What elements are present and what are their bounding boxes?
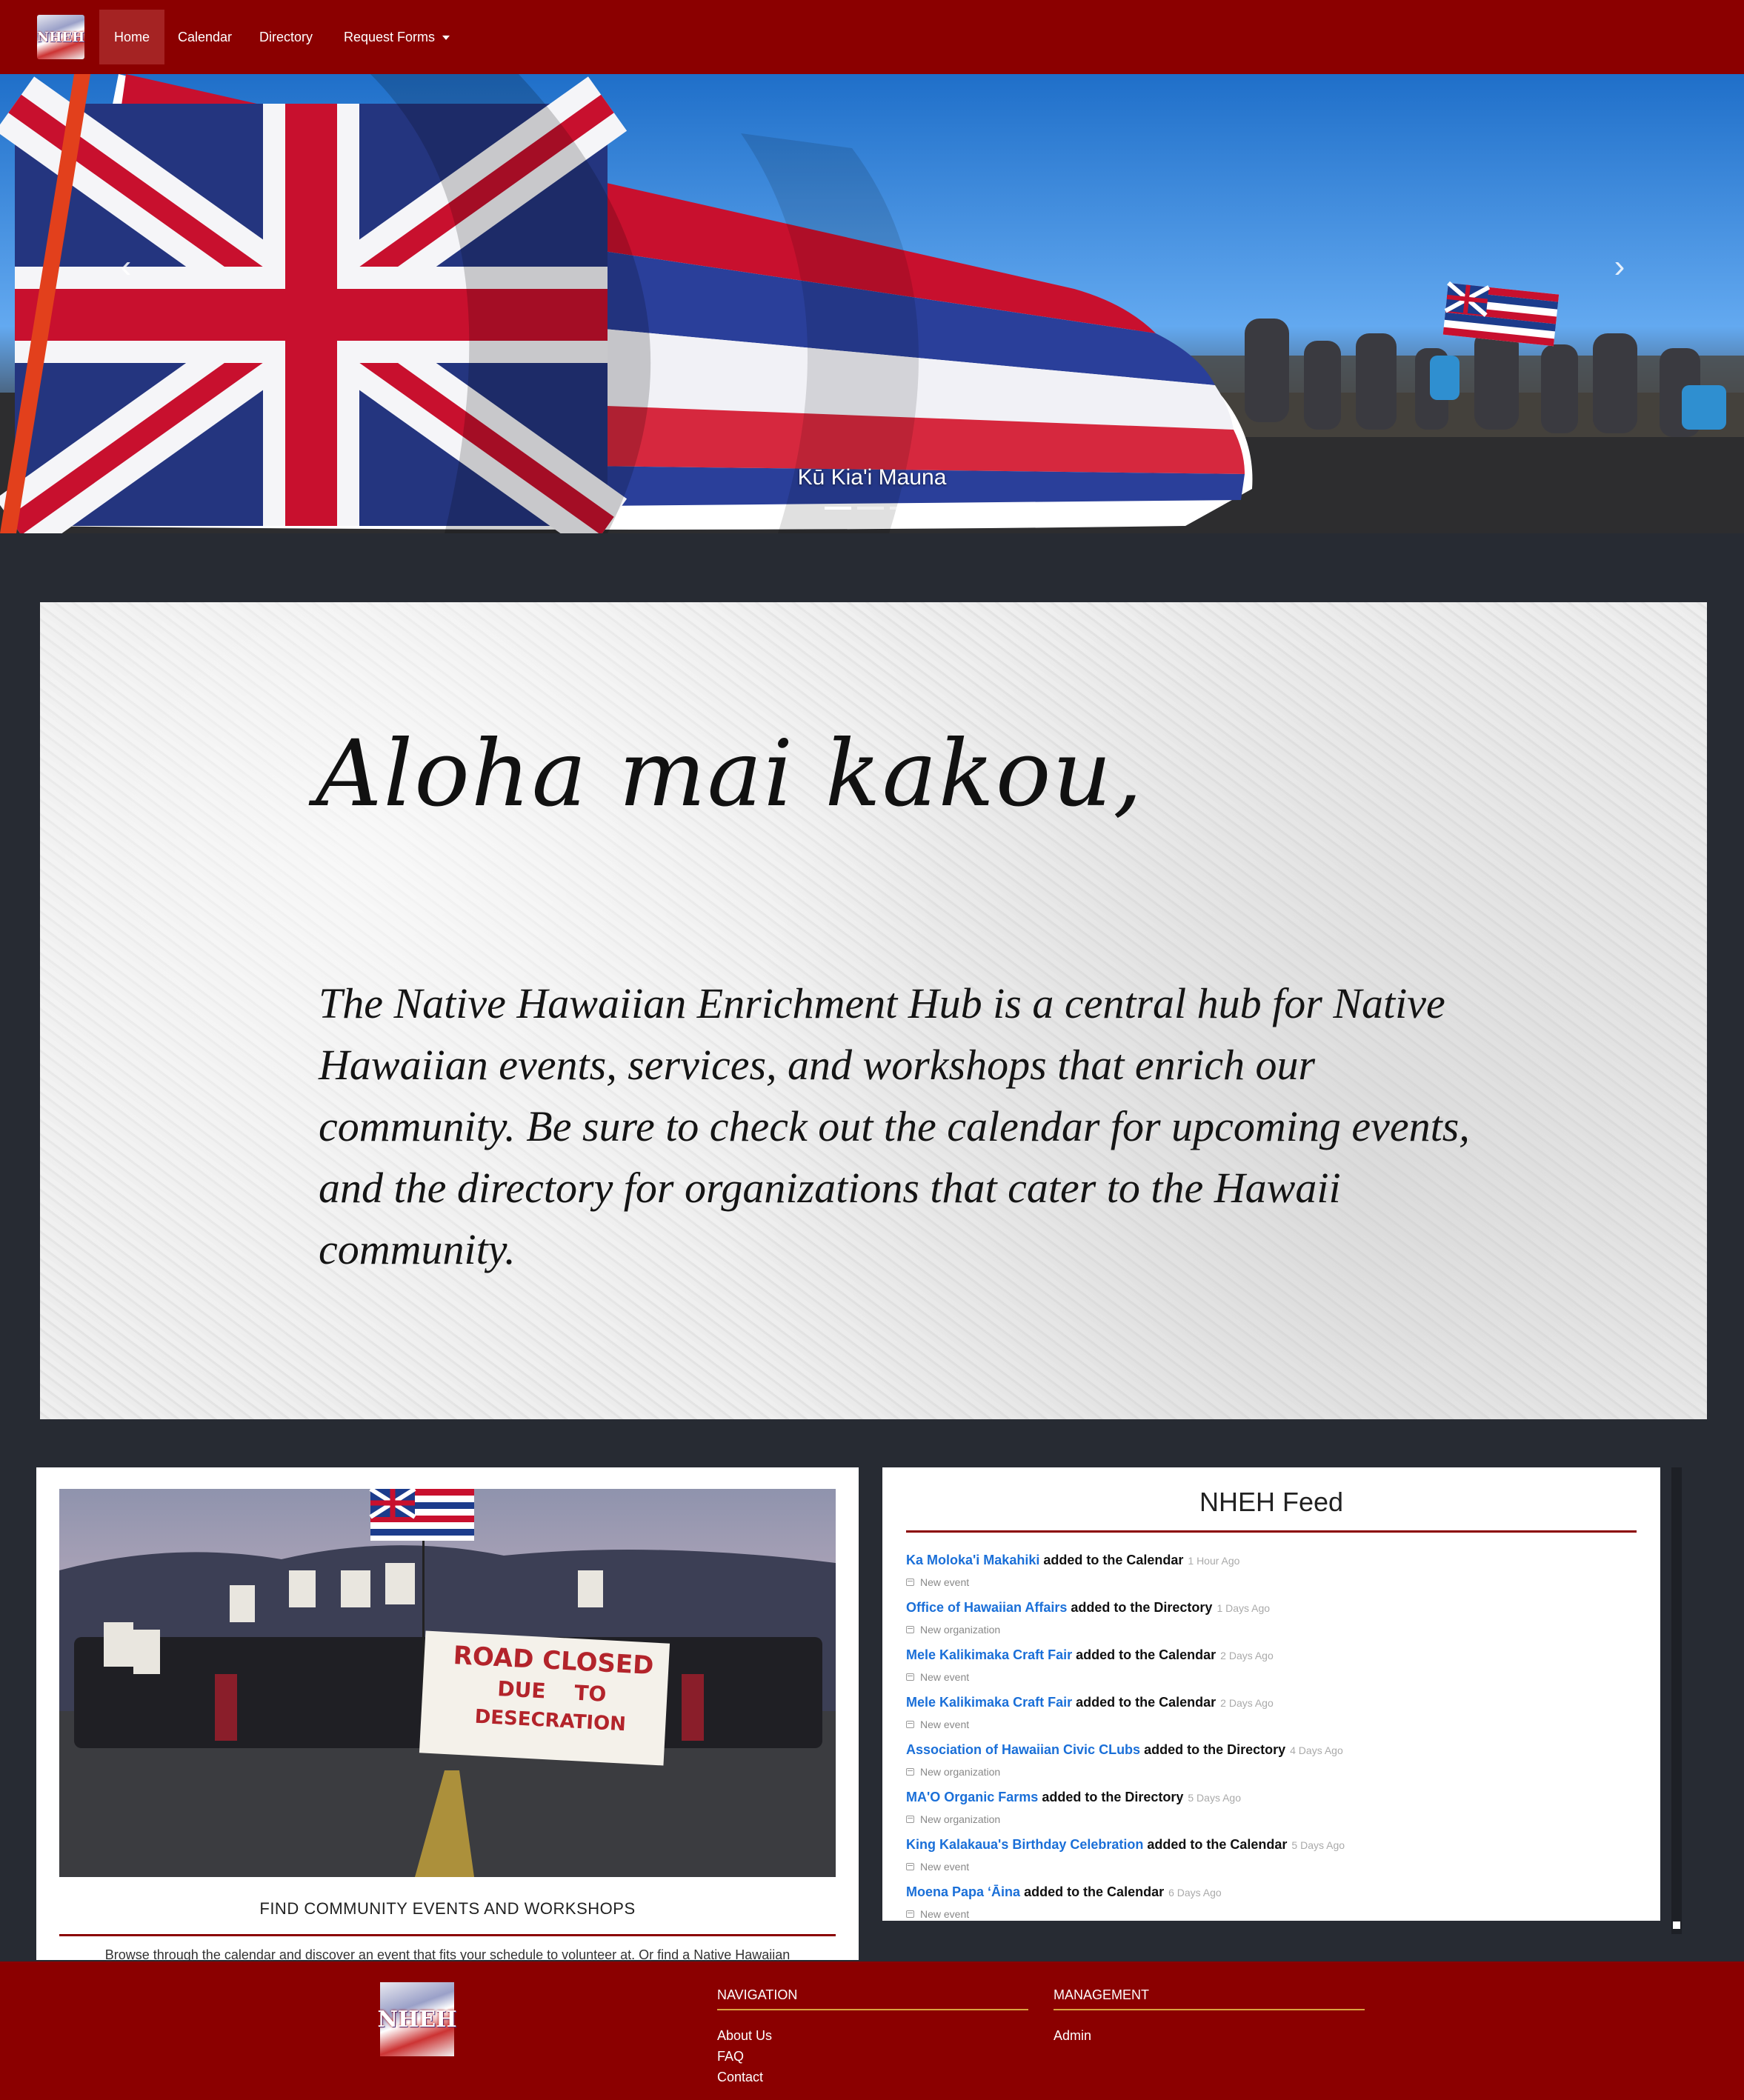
nav-calendar-label: Calendar [178,30,233,44]
footer-management-heading: MANAGEMENT [1054,1987,1150,2002]
feed-item-link[interactable]: Association of Hawaiian Civic CLubs [906,1742,1140,1757]
directory-icon [906,1816,914,1823]
nav-directory-label: Directory [259,30,313,44]
footer-logo-text: NHEH [377,2006,457,2033]
feed-item-link[interactable]: Mele Kalikimaka Craft Fair [906,1695,1072,1710]
feed-card: NHEH Feed Ka Moloka'i Makahiki added to … [882,1467,1660,1921]
hero-carousel: ‹ › Kū Kia'i Mauna [0,74,1744,533]
nav-home[interactable]: Home [99,10,165,64]
feed-item: Mele Kalikimaka Craft Fair added to the … [906,1644,1637,1691]
feed-item-time: 2 Days Ago [1220,1697,1274,1709]
feed-item-type: New event [920,1671,970,1683]
feed-item-time: 4 Days Ago [1290,1744,1343,1756]
calendar-icon [906,1910,914,1918]
carousel-indicator[interactable] [857,507,884,510]
footer-link-admin[interactable]: Admin [1054,2025,1365,2046]
feed-item-action: added to the Calendar [1043,1553,1184,1567]
footer-link-contact[interactable]: Contact [717,2067,1028,2087]
feed-item-action: added to the Directory [1042,1790,1184,1804]
feed-item: King Kalakaua's Birthday Celebration add… [906,1833,1637,1881]
protest-sign: ROAD CLOSED DUE TO DESECRATION [427,1638,676,1741]
calendar-icon [906,1863,914,1870]
events-card: ROAD CLOSED DUE TO DESECRATION FIND COMM… [36,1467,859,1960]
footer-link-about-us[interactable]: About Us [717,2025,1028,2046]
welcome-banner: Aloha mai kakou, The Native Hawaiian Enr… [40,602,1707,1419]
nav-request-forms-dropdown[interactable]: Request Forms [329,10,465,64]
feed-item-action: added to the Directory [1071,1600,1213,1615]
feed-item-type: New organization [920,1624,1001,1636]
feed-item: Association of Hawaiian Civic CLubs adde… [906,1739,1637,1786]
footer-management: MANAGEMENT Admin [1054,1984,1365,2046]
feed-item-type: New event [920,1719,970,1730]
footer-divider [717,2009,1028,2010]
feed-item-type: New event [920,1861,970,1873]
feed-item-link[interactable]: King Kalakaua's Birthday Celebration [906,1837,1143,1852]
carousel-indicator[interactable] [890,507,916,510]
feed-item: MA'O Organic Farms added to the Director… [906,1786,1637,1833]
feed-item: Office of Hawaiian Affairs added to the … [906,1596,1637,1644]
feed-scrollbar[interactable] [1671,1467,1682,1934]
nav-directory[interactable]: Directory [244,10,327,64]
nav-home-label: Home [114,30,150,44]
feed-item-link[interactable]: MA'O Organic Farms [906,1790,1038,1804]
calendar-icon [906,1579,914,1586]
feed-item-type: New event [920,1908,970,1920]
feed-item-link[interactable]: Ka Moloka'i Makahiki [906,1553,1039,1567]
feed-item: Mele Kalikimaka Craft Fair added to the … [906,1691,1637,1739]
feed-scrollbar-thumb[interactable] [1673,1921,1680,1929]
feed-item-action: added to the Calendar [1076,1695,1217,1710]
events-description: Browse through the calendar and discover… [104,1947,791,1960]
feed-list: Ka Moloka'i Makahiki added to the Calend… [906,1549,1637,1921]
feed-item-action: added to the Directory [1144,1742,1286,1757]
feed-item-link[interactable]: Mele Kalikimaka Craft Fair [906,1647,1072,1662]
directory-icon [906,1626,914,1633]
carousel-next-icon[interactable]: › [1605,250,1634,283]
feed-item-time: 1 Hour Ago [1188,1555,1240,1567]
feed-title: NHEH Feed [1199,1487,1344,1517]
top-navbar: NHEH Home Calendar Directory Request For… [0,0,1744,74]
directory-icon [906,1768,914,1776]
feed-item-time: 1 Days Ago [1217,1602,1271,1614]
feed-item-type: New organization [920,1813,1001,1825]
feed-item-type: New organization [920,1766,1001,1778]
nav-calendar[interactable]: Calendar [163,10,247,64]
logo-text: NHEH [36,29,85,45]
feed-item-type: New event [920,1576,970,1588]
feed-item-time: 5 Days Ago [1291,1839,1345,1851]
carousel-indicator[interactable] [825,507,851,510]
footer-divider [1054,2009,1365,2010]
hero-flag-image [0,74,1744,533]
hero-caption: Kū Kia'i Mauna [797,465,947,490]
protest-photo: ROAD CLOSED DUE TO DESECRATION [59,1489,836,1877]
footer-navigation-heading: NAVIGATION [717,1987,798,2002]
nav-request-forms-label: Request Forms [344,30,436,44]
feed-divider [906,1530,1637,1533]
feed-item-time: 6 Days Ago [1168,1887,1222,1899]
feed-item-action: added to the Calendar [1024,1884,1165,1899]
sign-line: DUE [496,1676,547,1704]
feed-item-action: added to the Calendar [1076,1647,1217,1662]
events-title: FIND COMMUNITY EVENTS AND WORKSHOPS [259,1899,636,1918]
events-divider [59,1934,836,1936]
feed-item-link[interactable]: Moena Papa ʻĀina [906,1884,1020,1899]
footer-link-faq[interactable]: FAQ [717,2046,1028,2067]
carousel-indicators [825,507,921,510]
feed-item: Ka Moloka'i Makahiki added to the Calend… [906,1549,1637,1596]
sign-line: TO [573,1680,608,1707]
feed-item-time: 5 Days Ago [1188,1792,1241,1804]
footer-navigation: NAVIGATION About Us FAQ Contact [717,1984,1028,2087]
site-logo[interactable]: NHEH [37,15,84,59]
welcome-intro-text: The Native Hawaiian Enrichment Hub is a … [319,979,1470,1273]
footer: NHEH NAVIGATION About Us FAQ Contact MAN… [0,1961,1744,2100]
calendar-icon [906,1721,914,1728]
footer-logo[interactable]: NHEH [377,1982,457,2056]
welcome-greeting: Aloha mai kakou, [316,721,1144,827]
feed-item-action: added to the Calendar [1147,1837,1288,1852]
calendar-icon [906,1673,914,1681]
feed-item-link[interactable]: Office of Hawaiian Affairs [906,1600,1067,1615]
feed-item: Moena Papa ʻĀina added to the Calendar 6 … [906,1881,1637,1921]
caret-down-icon [442,36,450,41]
feed-item-time: 2 Days Ago [1220,1650,1274,1661]
carousel-prev-icon[interactable]: ‹ [111,250,141,283]
